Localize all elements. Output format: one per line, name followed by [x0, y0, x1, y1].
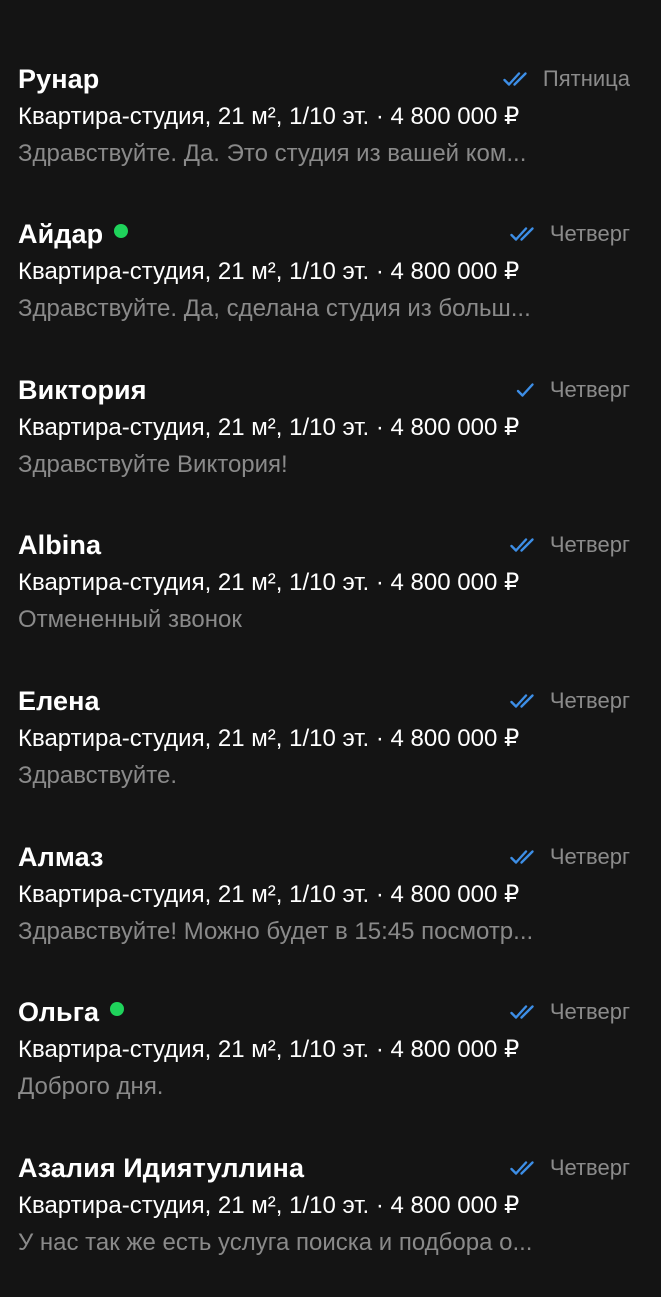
- double-check-icon: [510, 850, 534, 864]
- chat-preview: Отмененный звонок: [18, 600, 630, 640]
- chat-item[interactable]: Азалия Идиятуллина Четверг Квартира-студ…: [0, 1149, 661, 1297]
- chat-list: Рунар Пятница Квартира-студия, 21 м², 1/…: [0, 0, 661, 1280]
- chat-preview: Здравствуйте. Да, сделана студия из боль…: [18, 289, 630, 329]
- chat-name-wrap: Рунар: [18, 64, 99, 95]
- chat-name-wrap: Азалия Идиятуллина: [18, 1153, 304, 1184]
- chat-meta: Четверг: [510, 688, 630, 714]
- chat-item[interactable]: Ольга Четверг Квартира-студия, 21 м², 1/…: [0, 993, 661, 1141]
- double-check-icon: [510, 694, 534, 708]
- double-check-icon: [510, 227, 534, 241]
- chat-name: Albina: [18, 529, 102, 560]
- chat-header: Айдар Четверг: [18, 215, 630, 253]
- chat-name: Айдар: [18, 218, 104, 249]
- chat-name-wrap: Albina: [18, 530, 101, 561]
- chat-item[interactable]: Айдар Четверг Квартира-студия, 21 м², 1/…: [0, 215, 661, 363]
- chat-preview: Доброго дня.: [18, 1067, 630, 1107]
- chat-date: Четверг: [549, 1155, 630, 1180]
- chat-header: Ольга Четверг: [18, 993, 630, 1031]
- chat-date: Четверг: [549, 999, 630, 1024]
- chat-meta: Четверг: [510, 1155, 630, 1181]
- chat-name: Рунар: [18, 63, 100, 94]
- chat-name-wrap: Алмаз: [18, 842, 104, 873]
- chat-listing: Квартира-студия, 21 м², 1/10 эт. · 4 800…: [18, 1035, 520, 1063]
- chat-name-wrap: Елена: [18, 686, 100, 717]
- chat-item[interactable]: Алмаз Четверг Квартира-студия, 21 м², 1/…: [0, 838, 661, 986]
- chat-date: Четверг: [549, 532, 630, 557]
- chat-preview-text: Отмененный звонок: [18, 606, 242, 633]
- chat-preview: Здравствуйте. Да. Это студия из вашей ко…: [18, 134, 630, 174]
- chat-listing: Квартира-студия, 21 м², 1/10 эт. · 4 800…: [18, 724, 520, 752]
- chat-listing: Квартира-студия, 21 м², 1/10 эт. · 4 800…: [18, 257, 520, 285]
- single-check-icon: [516, 383, 534, 397]
- chat-listing: Квартира-студия, 21 м², 1/10 эт. · 4 800…: [18, 880, 520, 908]
- chat-preview: Здравствуйте Виктория!: [18, 445, 630, 485]
- chat-preview-text: Здравствуйте.: [18, 762, 178, 789]
- chat-listing: Квартира-студия, 21 м², 1/10 эт. · 4 800…: [18, 413, 520, 441]
- chat-name: Виктория: [18, 374, 147, 405]
- chat-header: Albina Четверг: [18, 526, 630, 564]
- double-check-icon: [510, 1005, 534, 1019]
- chat-header: Рунар Пятница: [18, 60, 630, 98]
- chat-name: Елена: [18, 685, 100, 716]
- chat-preview: Здравствуйте.: [18, 756, 630, 796]
- double-check-icon: [510, 1161, 534, 1175]
- chat-meta: Четверг: [510, 999, 630, 1025]
- chat-meta: Четверг: [510, 844, 630, 870]
- chat-name-wrap: Виктория: [18, 375, 147, 406]
- chat-listing: Квартира-студия, 21 м², 1/10 эт. · 4 800…: [18, 1191, 520, 1219]
- chat-header: Елена Четверг: [18, 682, 630, 720]
- chat-listing: Квартира-студия, 21 м², 1/10 эт. · 4 800…: [18, 568, 520, 596]
- online-indicator: [114, 224, 129, 238]
- chat-meta: Пятница: [503, 66, 630, 92]
- chat-listing: Квартира-студия, 21 м², 1/10 эт. · 4 800…: [18, 102, 520, 130]
- chat-preview-text: Здравствуйте! Можно будет в 15:45 посмот…: [18, 918, 534, 945]
- chat-header: Виктория Четверг: [18, 371, 630, 409]
- double-check-icon: [510, 538, 534, 552]
- chat-name-wrap: Ольга: [18, 996, 125, 1028]
- chat-preview-text: Доброго дня.: [18, 1073, 164, 1100]
- chat-date: Пятница: [542, 66, 630, 91]
- chat-date: Четверг: [549, 688, 630, 713]
- chat-meta: Четверг: [510, 532, 630, 558]
- chat-preview: Здравствуйте! Можно будет в 15:45 посмот…: [18, 912, 630, 952]
- chat-name: Ольга: [18, 996, 100, 1027]
- chat-header: Азалия Идиятуллина Четверг: [18, 1149, 630, 1187]
- online-indicator: [110, 1002, 125, 1016]
- chat-name-wrap: Айдар: [18, 218, 129, 250]
- chat-preview: У нас так же есть услуга поиска и подбор…: [18, 1223, 630, 1263]
- chat-preview-text: Здравствуйте. Да. Это студия из вашей ко…: [18, 140, 527, 167]
- chat-date: Четверг: [549, 221, 630, 246]
- chat-preview-text: У нас так же есть услуга поиска и подбор…: [18, 1229, 533, 1256]
- chat-preview-text: Здравствуйте Виктория!: [18, 451, 288, 478]
- chat-item[interactable]: Виктория Четверг Квартира-студия, 21 м²,…: [0, 371, 661, 519]
- chat-preview-text: Здравствуйте. Да, сделана студия из боль…: [18, 295, 531, 322]
- chat-name: Алмаз: [18, 841, 104, 872]
- chat-item[interactable]: Albina Четверг Квартира-студия, 21 м², 1…: [0, 526, 661, 674]
- chat-item[interactable]: Рунар Пятница Квартира-студия, 21 м², 1/…: [0, 60, 661, 208]
- chat-date: Четверг: [549, 844, 630, 869]
- double-check-icon: [503, 72, 527, 86]
- chat-item[interactable]: Елена Четверг Квартира-студия, 21 м², 1/…: [0, 682, 661, 830]
- chat-name: Азалия Идиятуллина: [18, 1152, 305, 1183]
- chat-meta: Четверг: [510, 377, 630, 403]
- chat-header: Алмаз Четверг: [18, 838, 630, 876]
- chat-meta: Четверг: [510, 221, 630, 247]
- chat-date: Четверг: [549, 377, 630, 402]
